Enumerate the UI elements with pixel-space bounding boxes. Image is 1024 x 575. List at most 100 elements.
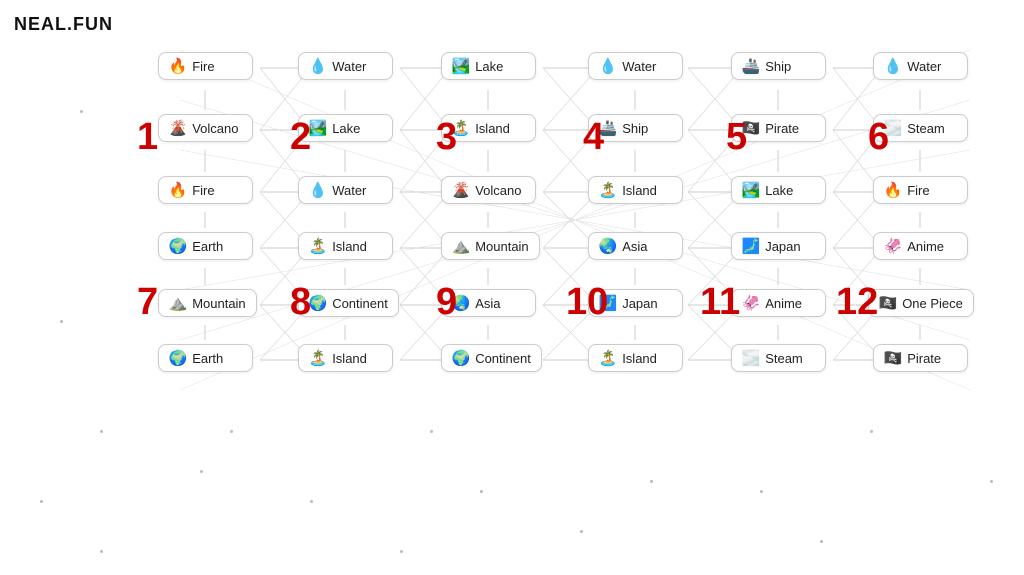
element-label: Lake (332, 121, 360, 136)
element-emoji: 🦑 (742, 294, 761, 312)
element-emoji: 🔥 (169, 57, 188, 75)
element-card-c18[interactable]: 🔥 Fire (873, 176, 968, 204)
background-dot (100, 550, 103, 553)
element-label: Volcano (475, 183, 521, 198)
element-label: Island (332, 239, 367, 254)
background-dot (580, 530, 583, 533)
element-label: Anime (765, 296, 802, 311)
element-label: Earth (192, 351, 223, 366)
element-label: Island (622, 183, 657, 198)
element-emoji: 🌍 (169, 349, 188, 367)
element-card-c23[interactable]: 🗾 Japan (731, 232, 826, 260)
element-emoji: 🏞️ (742, 181, 761, 199)
element-card-c35[interactable]: 🌫️ Steam (731, 344, 826, 372)
element-emoji: ⛰️ (452, 237, 471, 255)
element-card-c2[interactable]: 💧 Water (298, 52, 393, 80)
element-card-c4[interactable]: 💧Water (588, 52, 683, 80)
element-card-c20[interactable]: 🏝️ Island (298, 232, 393, 260)
element-card-c30[interactable]: 🏴‍☠️One Piece (868, 289, 974, 317)
element-emoji: 🌏 (599, 237, 618, 255)
element-label: Fire (192, 183, 214, 198)
element-emoji: 🗾 (742, 237, 761, 255)
background-dot (430, 430, 433, 433)
element-card-c1[interactable]: 🔥 Fire (158, 52, 253, 80)
element-label: Water (332, 59, 366, 74)
background-dot (60, 320, 63, 323)
element-card-c17[interactable]: 🏞️Lake (731, 176, 826, 204)
step-label-8: 8 (290, 283, 311, 321)
element-label: Japan (765, 239, 800, 254)
element-label: Japan (622, 296, 657, 311)
element-card-c31[interactable]: 🌍 Earth (158, 344, 253, 372)
element-label: Lake (475, 59, 503, 74)
element-emoji: 💧 (309, 181, 328, 199)
element-label: Water (622, 59, 656, 74)
element-card-c7[interactable]: 🌋Volcano (158, 114, 253, 142)
background-dot (100, 430, 103, 433)
element-card-c22[interactable]: 🌏 Asia (588, 232, 683, 260)
element-card-c16[interactable]: 🏝️ Island (588, 176, 683, 204)
element-card-c32[interactable]: 🏝️Island (298, 344, 393, 372)
element-label: Continent (332, 296, 388, 311)
element-label: Asia (622, 239, 647, 254)
element-card-c25[interactable]: ⛰️Mountain (158, 289, 257, 317)
element-emoji: 🏝️ (309, 237, 328, 255)
element-card-c6[interactable]: 💧 Water (873, 52, 968, 80)
element-card-c19[interactable]: 🌍Earth (158, 232, 253, 260)
element-card-c36[interactable]: 🏴‍☠️ Pirate (873, 344, 968, 372)
element-card-c34[interactable]: 🏝️ Island (588, 344, 683, 372)
element-card-c21[interactable]: ⛰️ Mountain (441, 232, 540, 260)
step-label-7: 7 (137, 283, 158, 321)
element-emoji: 🏴‍☠️ (884, 349, 903, 367)
background-dot (480, 490, 483, 493)
element-label: One Piece (902, 296, 963, 311)
element-card-c13[interactable]: 🔥 Fire (158, 176, 253, 204)
element-emoji: 🌍 (169, 237, 188, 255)
element-emoji: 💧 (309, 57, 328, 75)
element-label: Pirate (907, 351, 941, 366)
element-card-c24[interactable]: 🦑Anime (873, 232, 968, 260)
element-emoji: 🏞️ (309, 119, 328, 137)
element-label: Island (622, 351, 657, 366)
element-label: Island (475, 121, 510, 136)
background-dot (310, 500, 313, 503)
element-card-c33[interactable]: 🌍Continent (441, 344, 542, 372)
element-label: Fire (907, 183, 929, 198)
element-card-c29[interactable]: 🦑 Anime (731, 289, 826, 317)
element-label: Steam (907, 121, 945, 136)
element-label: Continent (475, 351, 531, 366)
element-emoji: 🏝️ (309, 349, 328, 367)
element-card-c5[interactable]: 🚢 Ship (731, 52, 826, 80)
element-label: Ship (622, 121, 648, 136)
step-label-1: 1 (137, 118, 158, 156)
element-card-c3[interactable]: 🏞️Lake (441, 52, 536, 80)
element-emoji: 🌋 (169, 119, 188, 137)
element-emoji: 🦑 (884, 237, 903, 255)
element-emoji: 🏝️ (599, 181, 618, 199)
step-label-11: 11 (700, 283, 740, 321)
element-emoji: 🏝️ (599, 349, 618, 367)
background-dot (230, 430, 233, 433)
background-dot (650, 480, 653, 483)
element-emoji: 🔥 (169, 181, 188, 199)
element-card-c26[interactable]: 🌍Continent (298, 289, 399, 317)
element-card-c8[interactable]: 🏞️ Lake (298, 114, 393, 142)
element-label: Mountain (475, 239, 528, 254)
element-label: Steam (765, 351, 803, 366)
step-label-6: 6 (868, 118, 889, 156)
element-emoji: ⛰️ (169, 294, 188, 312)
element-emoji: 🔥 (884, 181, 903, 199)
element-label: Ship (765, 59, 791, 74)
element-emoji: 🌋 (452, 181, 471, 199)
element-label: Fire (192, 59, 214, 74)
element-emoji: 🚢 (742, 57, 761, 75)
step-label-4: 4 (583, 118, 604, 156)
element-card-c14[interactable]: 💧 Water (298, 176, 393, 204)
element-emoji: 💧 (884, 57, 903, 75)
element-label: Water (907, 59, 941, 74)
element-label: Water (332, 183, 366, 198)
background-dot (760, 490, 763, 493)
step-label-9: 9 (436, 283, 457, 321)
element-card-c15[interactable]: 🌋 Volcano (441, 176, 536, 204)
element-emoji: 🌫️ (742, 349, 761, 367)
